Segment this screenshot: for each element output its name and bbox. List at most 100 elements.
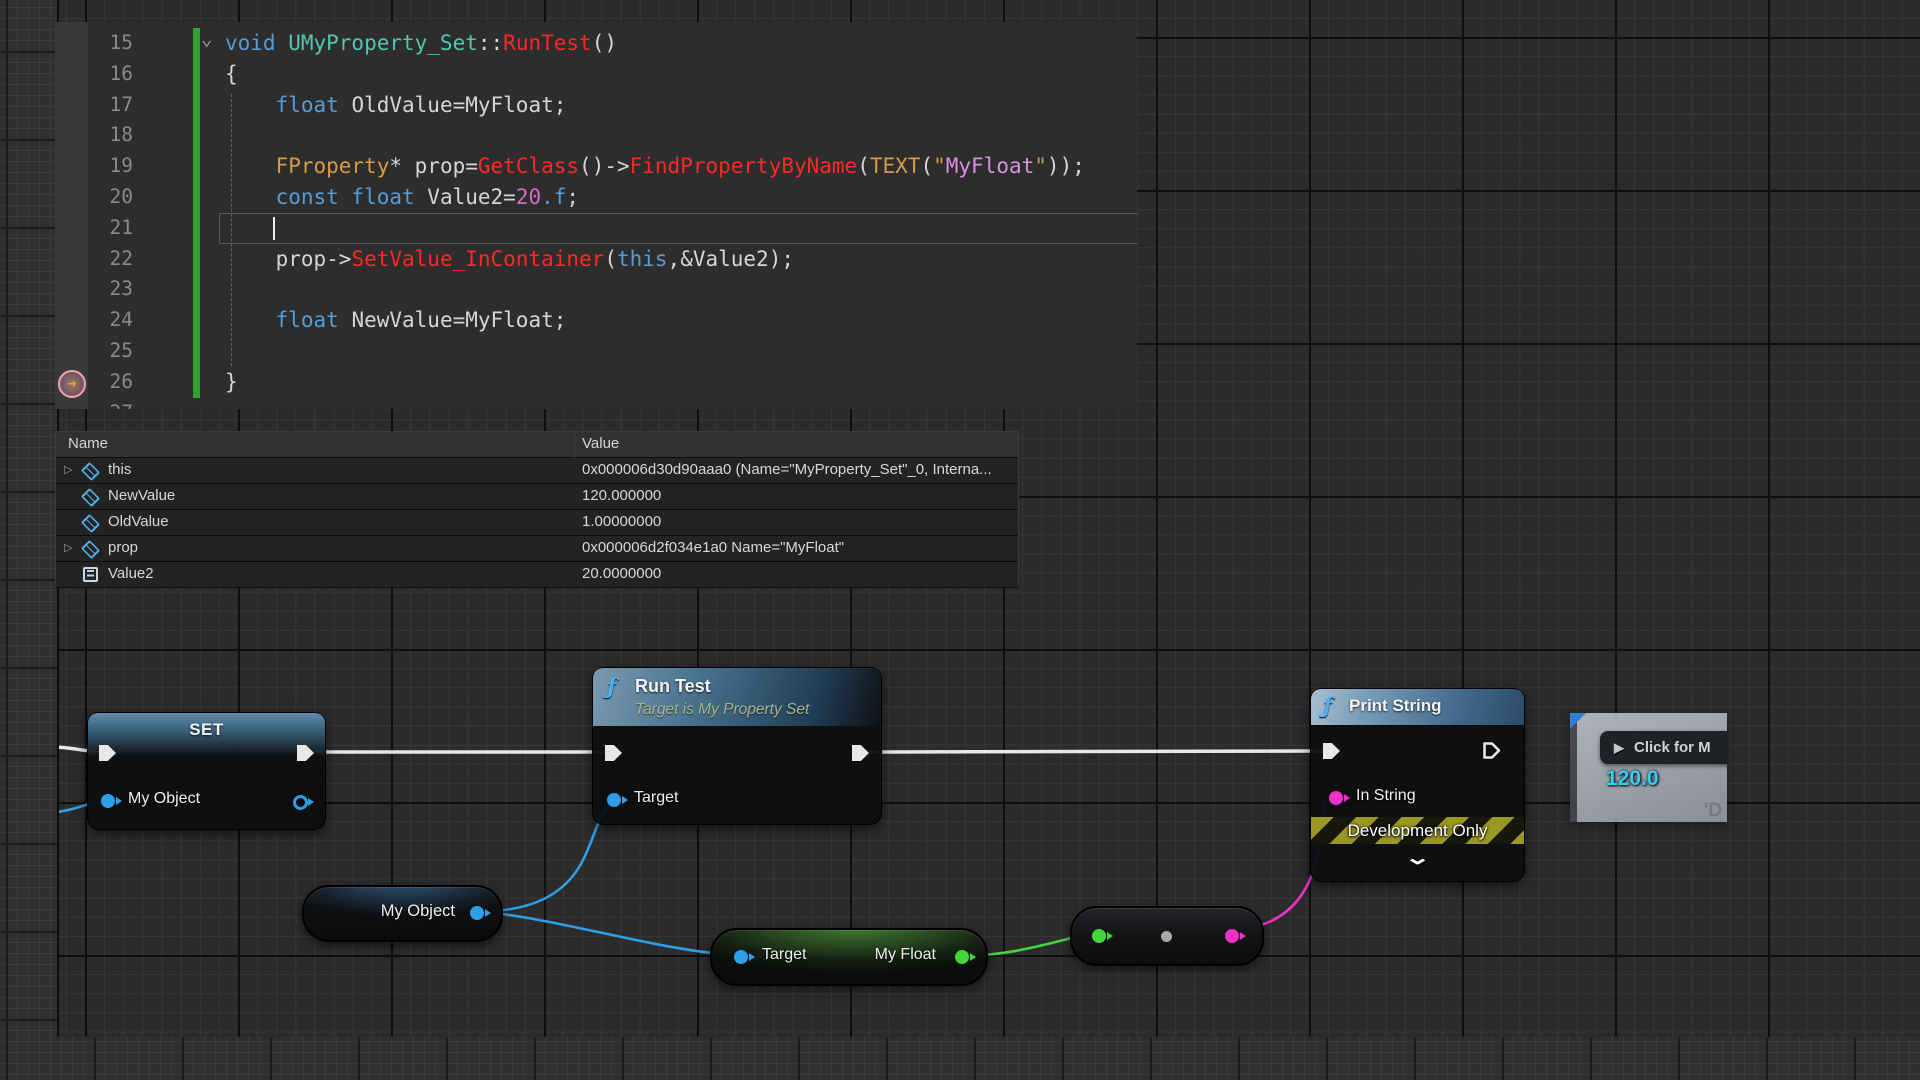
watch-header-row: Name Value [56, 432, 1018, 458]
set-node-title: SET [88, 720, 325, 740]
object-box-icon [81, 514, 100, 533]
code-line-15[interactable]: 15⌄void UMyProperty_Set::RunTest() [55, 28, 1137, 59]
exec-out-pin[interactable] [852, 745, 869, 761]
current-line-highlight [219, 213, 1137, 244]
code-line-16[interactable]: 16 { [55, 59, 1137, 90]
line-number: 20 [91, 182, 133, 213]
code-text: void UMyProperty_Set::RunTest() [225, 28, 617, 59]
code-line-22[interactable]: 22 prop->SetValue_InContainer(this,&Valu… [55, 244, 1137, 275]
code-text: float OldValue=MyFloat; [225, 90, 566, 121]
watch-row-Value2[interactable]: Value220.0000000 [56, 562, 1018, 588]
code-line-26[interactable]: 26➜} [55, 367, 1137, 398]
code-line-21[interactable]: 21 [55, 213, 1137, 244]
variable-value: 0x000006d30d90aaa0 (Name="MyProperty_Set… [582, 461, 992, 478]
my-float-label: My Float [875, 946, 936, 964]
code-line-23[interactable]: 23 [55, 274, 1137, 305]
target-label: Target [762, 946, 806, 964]
variable-name: this [108, 461, 131, 478]
code-text: FProperty* prop=GetClass()->FindProperty… [225, 151, 1085, 182]
float-input-pin[interactable] [1092, 929, 1106, 943]
object-input-pin[interactable] [101, 794, 115, 808]
column-header-name[interactable]: Name [68, 435, 108, 452]
popup-watermark: 'D [1704, 800, 1722, 822]
in-string-pin-label: In String [1356, 787, 1416, 805]
wire-exec-runtest-to-printstring [871, 751, 1329, 752]
code-line-20[interactable]: 20 const float Value2=20.f; [55, 182, 1137, 213]
in-string-input-pin[interactable] [1329, 791, 1343, 805]
collapsed-node-dot-icon [1161, 931, 1172, 942]
function-icon: ƒ [1323, 693, 1332, 718]
variable-name: prop [108, 539, 138, 556]
debug-watch-value: 120.0 [1606, 767, 1659, 791]
run-test-subtitle: Target is My Property Set [635, 701, 809, 719]
variable-name: OldValue [108, 513, 169, 530]
expand-arrow-icon[interactable]: ▷ [64, 541, 72, 554]
watch-row-NewValue[interactable]: NewValue120.000000 [56, 484, 1018, 510]
code-editor[interactable]: 15⌄void UMyProperty_Set::RunTest()16{17 … [55, 22, 1137, 409]
code-line-24[interactable]: 24 float NewValue=MyFloat; [55, 305, 1137, 336]
line-number: 18 [91, 120, 133, 151]
text-caret [273, 217, 275, 240]
fold-chevron-icon[interactable]: ⌄ [201, 24, 212, 55]
code-text: } [225, 367, 238, 398]
node-run-test[interactable]: ƒ Run Test Target is My Property Set Tar… [592, 667, 882, 825]
development-only-label: Development Only [1348, 821, 1488, 841]
line-number: 25 [91, 336, 133, 367]
line-number: 15 [91, 28, 133, 59]
watch-row-OldValue[interactable]: OldValue 1.00000000 [56, 510, 1018, 536]
expand-chevron-icon[interactable]: ⌄ [1236, 847, 1598, 870]
value-struct-icon [83, 567, 98, 582]
code-line-18[interactable]: 18 [55, 120, 1137, 151]
node-float-to-string-convert[interactable] [1070, 906, 1264, 966]
code-lines: 15⌄void UMyProperty_Set::RunTest()16 {17 … [55, 28, 1137, 409]
target-pin-label: Target [634, 789, 678, 807]
object-box-icon [81, 488, 100, 507]
node-get-my-float[interactable]: Target My Float [710, 928, 988, 986]
object-output-pin[interactable] [293, 795, 308, 810]
target-input-pin[interactable] [734, 950, 748, 964]
code-text: const float Value2=20.f; [225, 182, 579, 213]
line-number: 27 [91, 398, 133, 409]
print-string-title: Print String [1349, 696, 1442, 716]
target-input-pin[interactable] [607, 793, 621, 807]
object-box-icon [81, 540, 100, 559]
line-number: 17 [91, 90, 133, 121]
code-text: { [225, 59, 238, 90]
development-only-banner: Development Only [1311, 817, 1524, 844]
code-text: float NewValue=MyFloat; [225, 305, 566, 336]
click-for-more-label: Click for M [1634, 739, 1711, 756]
object-box-icon [81, 462, 100, 481]
variable-name: NewValue [108, 487, 175, 504]
code-line-27[interactable]: 27 [55, 398, 1137, 409]
watch-row-this[interactable]: ▷ this 0x000006d30d90aaa0 (Name="MyPropert… [56, 458, 1018, 484]
popup-corner-triangle [1570, 713, 1586, 729]
string-output-pin[interactable] [1225, 929, 1239, 943]
unreal-editor-debug-screenshot: SET My Object ƒ Run Test Target is My Pr… [0, 0, 1920, 1080]
exec-in-pin[interactable] [605, 745, 622, 761]
play-icon: ▶ [1614, 740, 1624, 756]
code-line-17[interactable]: 17 float OldValue=MyFloat; [55, 90, 1137, 121]
float-output-pin[interactable] [955, 950, 969, 964]
line-number: 21 [91, 213, 133, 244]
exec-out-pin[interactable] [1482, 741, 1502, 760]
line-number: 23 [91, 274, 133, 305]
line-number: 16 [91, 59, 133, 90]
current-statement-arrow-icon[interactable]: ➜ [58, 370, 86, 398]
column-header-value[interactable]: Value [582, 435, 619, 452]
debug-value-popup[interactable]: ▶ Click for M 120.0 'D [1570, 713, 1727, 822]
line-number: 22 [91, 244, 133, 275]
watch-row-prop[interactable]: ▷prop0x000006d2f034e1a0 Name="MyFloat" [56, 536, 1018, 562]
exec-in-pin[interactable] [1323, 743, 1340, 759]
variable-value: 1.00000000 [582, 513, 661, 530]
expand-arrow-icon[interactable]: ▷ [64, 463, 72, 476]
code-line-25[interactable]: 25 [55, 336, 1137, 367]
node-set-my-object[interactable]: SET My Object [87, 712, 326, 830]
set-pin-label: My Object [128, 790, 200, 808]
click-for-more-button[interactable]: ▶ Click for M [1600, 731, 1727, 764]
node-print-string[interactable]: ƒ Print String In String Development Onl… [1310, 688, 1525, 882]
watch-panel[interactable]: Name Value ▷ this 0x000006d30d90aaa0 (Name… [55, 431, 1019, 584]
code-line-19[interactable]: 19 FProperty* prop=GetClass()->FindPrope… [55, 151, 1137, 182]
object-output-pin[interactable] [470, 906, 484, 920]
code-text: prop->SetValue_InContainer(this,&Value2)… [225, 244, 794, 275]
node-get-my-object[interactable]: My Object [302, 885, 503, 942]
